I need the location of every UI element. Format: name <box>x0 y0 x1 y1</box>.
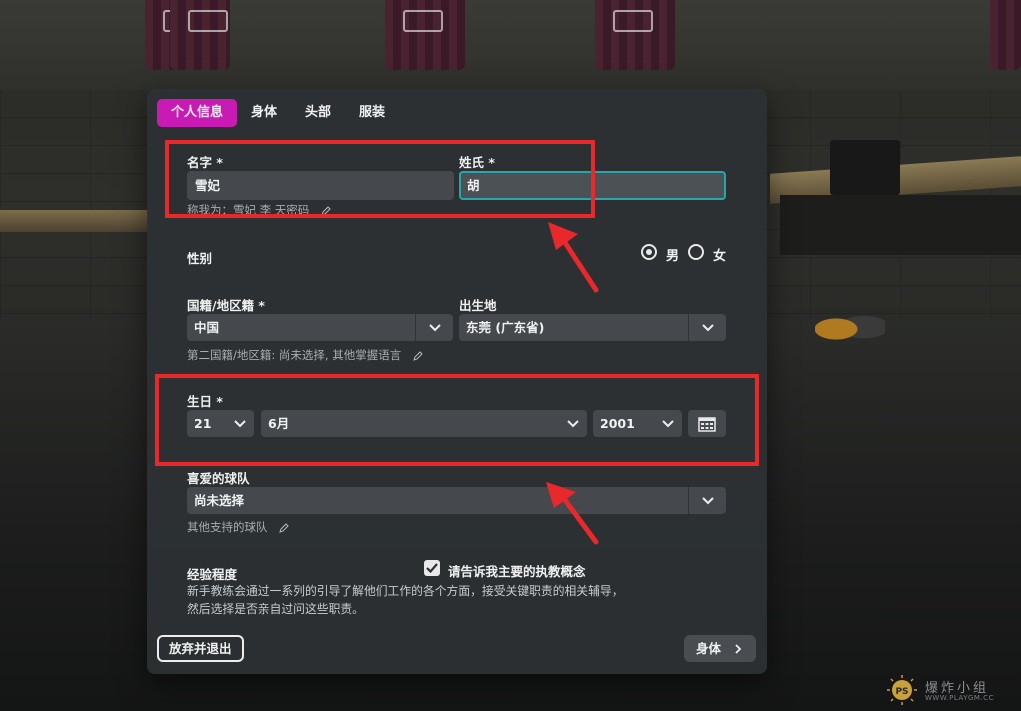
watermark-badge: PS <box>895 687 908 697</box>
chevron-down-icon[interactable] <box>688 487 726 514</box>
pencil-icon[interactable] <box>413 350 423 361</box>
gender-female-radio[interactable] <box>688 244 704 260</box>
pencil-icon[interactable] <box>279 522 289 533</box>
annotation-box-birthday <box>155 374 759 466</box>
nationality-select[interactable]: 中国 <box>187 314 453 341</box>
gender-label: 性别 <box>187 251 213 266</box>
chevron-down-icon[interactable] <box>415 314 453 341</box>
other-teams-text[interactable]: 其他支持的球队 <box>187 519 289 535</box>
nationality-value: 中国 <box>194 320 220 335</box>
favorite-team-select[interactable]: 尚未选择 <box>187 487 726 514</box>
annotation-arrow-icon <box>548 222 599 293</box>
other-teams-label: 其他支持的球队 <box>187 520 268 534</box>
shoes <box>815 305 885 345</box>
gender-male-radio[interactable] <box>641 244 657 260</box>
tab-body[interactable]: 身体 <box>237 99 291 127</box>
jersey <box>170 0 230 70</box>
favorite-team-label: 喜爱的球队 <box>187 471 250 486</box>
experience-description-line2: 然后选择是否亲自过问这些职责。 <box>187 602 364 616</box>
bench-shadow <box>780 195 1021 255</box>
jersey <box>595 0 675 70</box>
second-nationality-label: 第二国籍/地区籍: 尚未选择, 其他掌握语言 <box>187 348 402 362</box>
bench <box>0 210 150 232</box>
tab-bar: 个人信息 身体 头部 服装 <box>157 99 399 127</box>
next-body-button[interactable]: 身体 <box>684 635 756 662</box>
gender-male-label: 男 <box>666 249 680 264</box>
coaching-concepts-checkbox[interactable] <box>424 560 440 576</box>
gender-female-label: 女 <box>713 249 727 264</box>
coaching-concepts-label[interactable]: 请告诉我主要的执教概念 <box>448 561 586 580</box>
quit-button[interactable]: 放弃并退出 <box>157 635 244 662</box>
annotation-box-name <box>165 140 595 218</box>
checkmark-icon <box>426 563 438 573</box>
tab-head[interactable]: 头部 <box>291 99 345 127</box>
chevron-right-icon <box>735 644 742 654</box>
jersey <box>990 0 1021 70</box>
watermark-url: WWW.PLAYGM.CC <box>925 694 994 702</box>
birthplace-value: 东莞 (广东省) <box>466 320 545 335</box>
tab-personal-info[interactable]: 个人信息 <box>157 99 238 127</box>
jersey <box>385 0 465 70</box>
sun-logo-icon: PS <box>887 675 917 705</box>
birthplace-select[interactable]: 东莞 (广东省) <box>459 314 726 341</box>
next-body-label: 身体 <box>696 641 722 656</box>
chevron-down-icon[interactable] <box>688 314 726 341</box>
second-nationality-text[interactable]: 第二国籍/地区籍: 尚未选择, 其他掌握语言 <box>187 347 423 363</box>
watermark: PS 爆炸小组 WWW.PLAYGM.CC <box>885 675 1015 705</box>
experience-label: 经验程度 <box>187 567 238 582</box>
annotation-arrow-icon <box>546 482 599 545</box>
favorite-team-value: 尚未选择 <box>194 493 245 508</box>
nationality-label: 国籍/地区籍 * <box>187 298 265 313</box>
tab-clothing[interactable]: 服装 <box>345 99 399 127</box>
birthplace-label: 出生地 <box>459 298 497 313</box>
bag <box>830 140 900 195</box>
experience-description-line1: 新手教练会通过一系列的引导了解他们工作的各个方面，接受关键职责的相关辅导， <box>187 584 624 598</box>
